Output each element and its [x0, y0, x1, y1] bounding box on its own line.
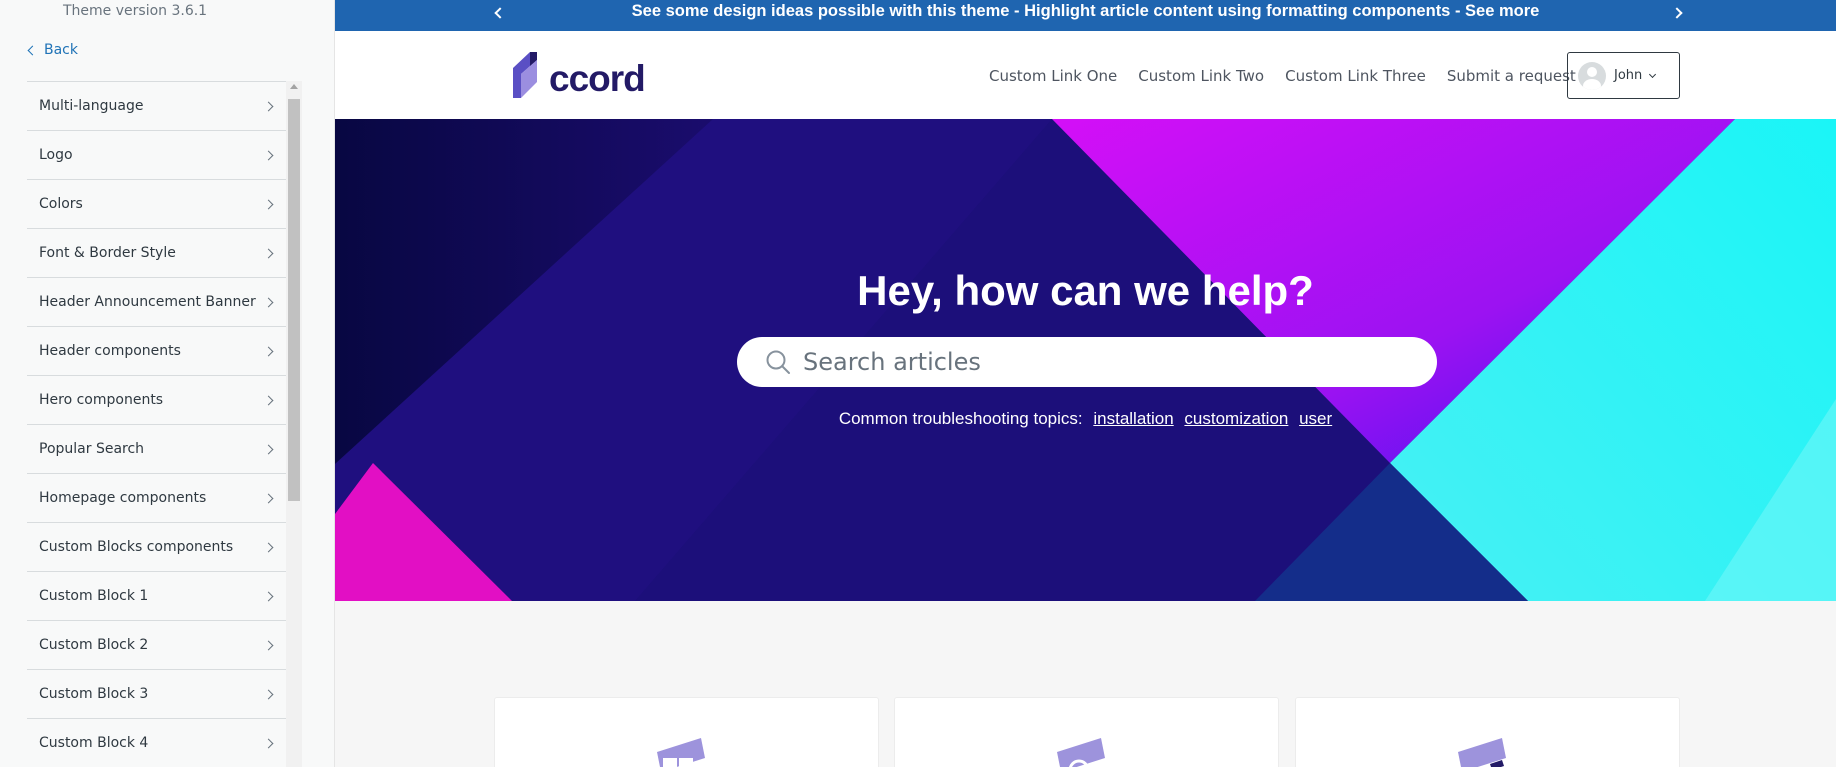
- settings-menu: Multi-language Logo Colors Font & Border…: [27, 81, 286, 767]
- chevron-right-icon: [263, 199, 274, 209]
- topic-link-customization[interactable]: customization: [1184, 409, 1288, 428]
- logo[interactable]: ccord: [513, 52, 646, 99]
- category-card[interactable]: [1295, 697, 1680, 767]
- logo-mark-icon: [513, 52, 537, 98]
- theme-version: Theme version 3.6.1: [63, 3, 208, 19]
- announcement-text[interactable]: See some design ideas possible with this…: [335, 2, 1836, 21]
- topic-link-user[interactable]: user: [1299, 409, 1332, 428]
- settings-item-colors[interactable]: Colors: [27, 180, 286, 229]
- settings-item-label: Multi-language: [39, 98, 144, 114]
- settings-item-custom-block-4[interactable]: Custom Block 4: [27, 719, 286, 767]
- settings-item-label: Custom Block 1: [39, 588, 149, 604]
- nav-link-submit-request[interactable]: Submit a request: [1447, 67, 1576, 85]
- chevron-right-icon: [263, 248, 274, 258]
- site-header: ccord Custom Link One Custom Link Two Cu…: [335, 31, 1836, 119]
- settings-item-popular-search[interactable]: Popular Search: [27, 425, 286, 474]
- settings-item-label: Header Announcement Banner: [39, 294, 256, 310]
- theme-settings-panel: Theme version 3.6.1 Back Multi-language …: [0, 0, 335, 767]
- chevron-right-icon: [263, 738, 274, 748]
- edit-icon: [1458, 738, 1506, 767]
- chevron-right-icon: [263, 150, 274, 160]
- chevron-right-icon: [263, 444, 274, 454]
- settings-item-header-announcement-banner[interactable]: Header Announcement Banner: [27, 278, 286, 327]
- user-name: John: [1614, 68, 1643, 83]
- scrollbar-thumb[interactable]: [288, 99, 300, 501]
- chevron-right-icon: [263, 101, 274, 111]
- chevron-down-icon: [1649, 70, 1657, 78]
- avatar: [1578, 61, 1606, 90]
- scroll-up-arrow-icon[interactable]: [290, 84, 298, 89]
- settings-item-label: Popular Search: [39, 441, 145, 457]
- search-input[interactable]: Search articles: [737, 337, 1437, 387]
- chevron-right-icon: [263, 346, 274, 356]
- chevron-right-icon: [263, 689, 274, 699]
- settings-item-custom-block-1[interactable]: Custom Block 1: [27, 572, 286, 621]
- chevron-right-icon: [263, 640, 274, 650]
- chevron-right-icon: [263, 542, 274, 552]
- chevron-right-icon: [263, 591, 274, 601]
- nav-link-custom-three[interactable]: Custom Link Three: [1285, 67, 1426, 85]
- chevron-right-icon: [263, 493, 274, 503]
- chevron-left-icon: [27, 45, 38, 55]
- logo-text: ccord: [549, 58, 646, 99]
- chevron-right-icon: [263, 395, 274, 405]
- header-nav: Custom Link One Custom Link Two Custom L…: [989, 67, 1576, 85]
- hero-title: Hey, how can we help?: [857, 267, 1314, 314]
- user-menu-button[interactable]: John: [1567, 52, 1680, 99]
- settings-item-label: Homepage components: [39, 490, 207, 506]
- settings-item-label: Colors: [39, 196, 83, 212]
- search-icon: [766, 350, 790, 374]
- search-placeholder: Search articles: [803, 348, 981, 376]
- settings-item-header-components[interactable]: Header components: [27, 327, 286, 376]
- settings-item-label: Font & Border Style: [39, 245, 176, 261]
- category-card[interactable]: [494, 697, 879, 767]
- settings-item-multi-language[interactable]: Multi-language: [27, 82, 286, 131]
- layout-icon: [657, 738, 705, 767]
- theme-preview: See some design ideas possible with this…: [335, 0, 1836, 767]
- settings-item-font-border-style[interactable]: Font & Border Style: [27, 229, 286, 278]
- popular-topics: Common troubleshooting topics: installat…: [335, 409, 1836, 429]
- settings-item-hero-components[interactable]: Hero components: [27, 376, 286, 425]
- settings-item-label: Custom Block 2: [39, 637, 149, 653]
- settings-item-label: Logo: [39, 147, 73, 163]
- target-icon: [1057, 738, 1105, 767]
- settings-item-label: Hero components: [39, 392, 164, 408]
- settings-item-label: Custom Blocks components: [39, 539, 234, 555]
- hero-section: Hey, how can we help? Search articles Co…: [335, 119, 1836, 601]
- topic-link-installation[interactable]: installation: [1093, 409, 1173, 428]
- topics-label: Common troubleshooting topics:: [838, 409, 1083, 428]
- back-button[interactable]: Back: [27, 42, 78, 58]
- settings-item-custom-blocks-components[interactable]: Custom Blocks components: [27, 523, 286, 572]
- back-label: Back: [44, 42, 78, 58]
- settings-item-logo[interactable]: Logo: [27, 131, 286, 180]
- chevron-right-icon: [263, 297, 274, 307]
- settings-item-custom-block-2[interactable]: Custom Block 2: [27, 621, 286, 670]
- settings-item-label: Header components: [39, 343, 181, 359]
- nav-link-custom-two[interactable]: Custom Link Two: [1138, 67, 1264, 85]
- settings-item-custom-block-3[interactable]: Custom Block 3: [27, 670, 286, 719]
- settings-item-label: Custom Block 3: [39, 686, 149, 702]
- category-card[interactable]: [894, 697, 1279, 767]
- announcement-banner: See some design ideas possible with this…: [335, 0, 1836, 31]
- settings-item-homepage-components[interactable]: Homepage components: [27, 474, 286, 523]
- panel-scrollbar[interactable]: [286, 81, 302, 767]
- settings-item-label: Custom Block 4: [39, 735, 149, 751]
- nav-link-custom-one[interactable]: Custom Link One: [989, 67, 1117, 85]
